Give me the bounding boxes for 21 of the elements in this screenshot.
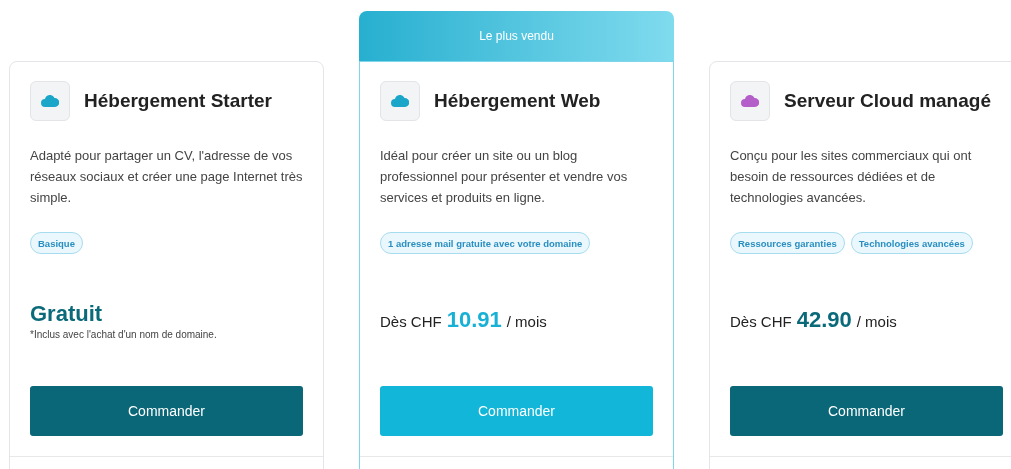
price-prefix: Dès CHF <box>730 313 792 330</box>
price-amount: 10.91 <box>446 307 502 333</box>
price-suffix: / mois <box>506 313 547 330</box>
feature-tag: Basique <box>30 232 83 254</box>
price-amount: 42.90 <box>796 307 852 333</box>
plan-title: Hébergement Starter <box>84 90 272 112</box>
price-suffix: / mois <box>856 313 897 330</box>
plan-description: Adapté pour partager un CV, l'adresse de vos réseaux sociaux et créer une page Internet très simple. <box>30 147 303 207</box>
plan-title: Serveur Cloud managé <box>784 90 991 112</box>
plan-title: Hébergement Web <box>434 90 601 112</box>
feature-tag: 1 adresse mail gratuite avec votre domaine <box>380 232 591 254</box>
price: Gratuit <box>30 300 104 327</box>
order-button[interactable]: Commander <box>30 386 303 436</box>
feature-tag: Ressources garanties <box>730 232 845 254</box>
price-note: *Inclus avec l'achat d'un nom de domaine. <box>30 328 218 340</box>
order-button[interactable]: Commander <box>730 386 1003 436</box>
bestseller-banner: Le plus vendu <box>359 11 674 61</box>
plan-description: Idéal pour créer un site ou un blog professionnel pour présenter et vendre vos services et produits en ligne. <box>380 147 629 207</box>
plan-description: Conçu pour les sites commerciaux qui ont besoin de ressources dédiées et de technologies avancées. <box>730 147 973 207</box>
feature-tag: Technologies avancées <box>850 232 973 254</box>
price-prefix: Dès CHF <box>380 313 442 330</box>
